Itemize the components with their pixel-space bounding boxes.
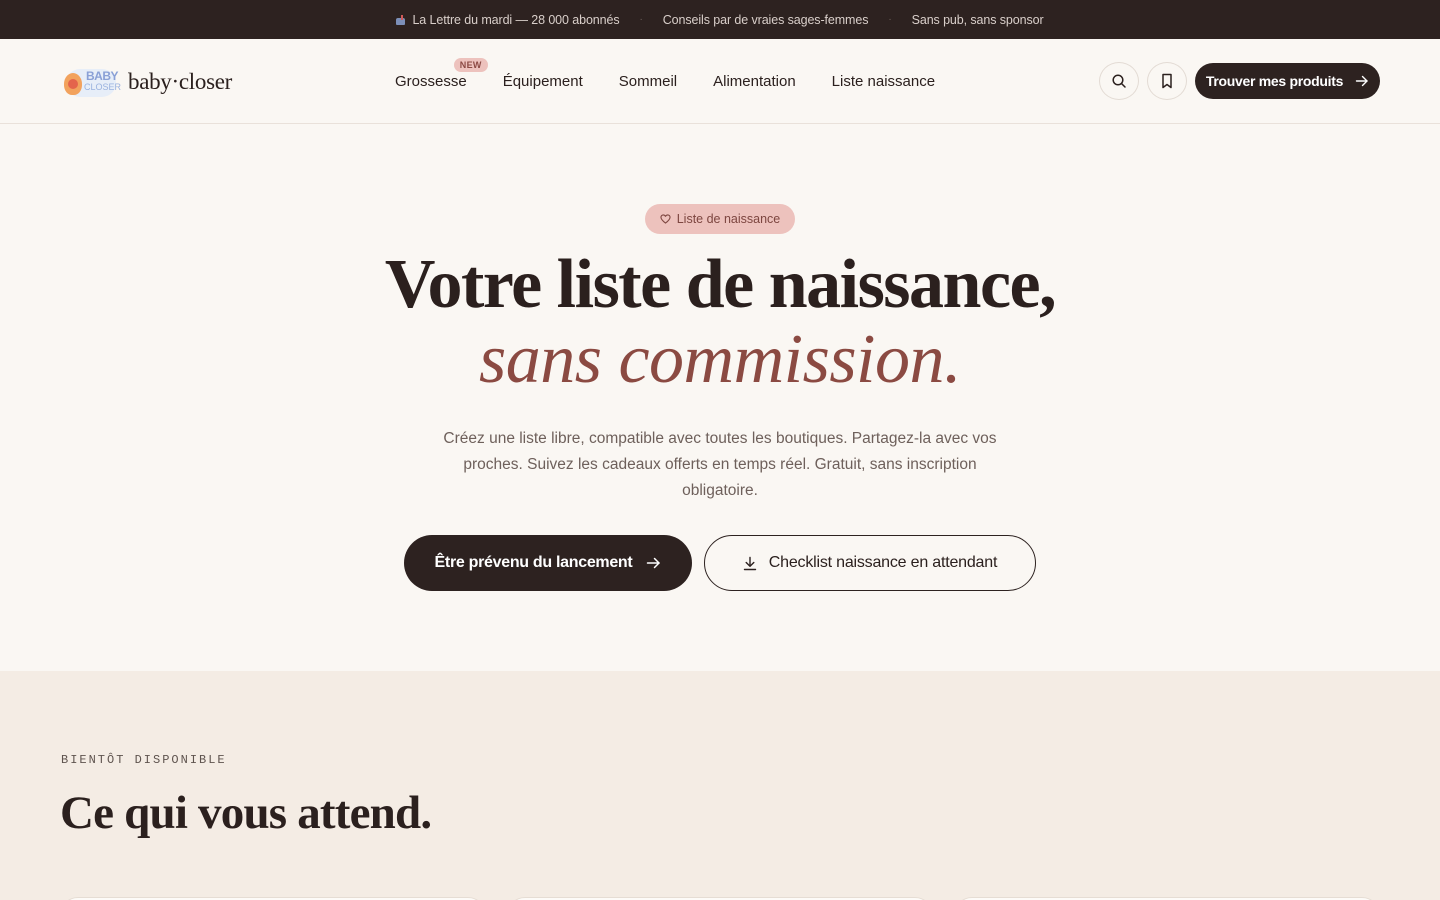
nav-item-alimentation[interactable]: Alimentation [713,73,796,90]
announcement-text: Conseils par de vraies sages-femmes [662,12,869,27]
announcement-no-ads: Sans pub, sans sponsor [912,13,1044,27]
nav-item-label: Équipement [502,72,583,90]
arrow-right-icon [647,557,661,569]
section-eyebrow: BIENTÔT DISPONIBLE [61,753,227,767]
arrow-right-icon [1355,75,1368,87]
nav-item-label: Alimentation [713,72,796,90]
checklist-download-button[interactable]: Checklist naissance en attendant [704,535,1036,591]
search-icon [1112,74,1126,88]
category-pill-label: Liste de naissance [676,212,781,226]
nav-item-grossesse[interactable]: Grossesse NEW [395,57,488,90]
nav-item-liste-naissance[interactable]: Liste naissance [832,73,935,90]
logo-badge-text: CLOSER [84,82,122,92]
heart-icon [660,214,671,224]
new-badge: NEW [453,57,488,72]
checklist-download-label: Checklist naissance en attendant [768,554,998,571]
nav-item-sommeil[interactable]: Sommeil [619,73,677,90]
download-icon [743,556,756,570]
main-nav: Grossesse NEW Équipement Sommeil Aliment… [395,39,935,123]
section-title: Ce qui vous attend. [60,787,432,839]
category-pill: Liste de naissance [645,204,795,234]
nav-item-label: Sommeil [618,72,678,90]
logo-badge-text: BABY [86,69,119,83]
search-button[interactable] [1099,62,1139,100]
notify-launch-button[interactable]: Être prévenu du lancement [404,535,692,591]
announcement-bar: La Lettre du mardi — 28 000 abonnés · Co… [0,0,1440,39]
hero-title-accent: sans commission. [478,321,962,398]
hero-title: Votre liste de naissance, [384,246,1057,323]
separator-dot: · [888,14,892,25]
find-products-button[interactable]: Trouver mes produits [1195,63,1380,99]
logo-badge-icon: BABY CLOSER [62,63,122,101]
nav-item-label: Grossesse [395,72,467,90]
nav-item-label: Liste naissance [831,72,936,90]
announcement-newsletter[interactable]: La Lettre du mardi — 28 000 abonnés [396,12,620,27]
logo-wordmark: baby·closer [128,69,232,94]
find-products-label: Trouver mes produits [1205,73,1344,89]
announcement-text: Sans pub, sans sponsor [911,12,1044,27]
coming-soon-section: BIENTÔT DISPONIBLE Ce qui vous attend. [0,671,1440,900]
site-logo[interactable]: BABY CLOSER baby·closer [62,63,232,101]
separator-dot: · [639,14,643,25]
announcement-text: La Lettre du mardi — 28 000 abonnés [412,12,620,27]
nav-item-equipement[interactable]: Équipement [503,73,583,90]
announcement-midwives: Conseils par de vraies sages-femmes [663,13,869,27]
mailbox-icon [396,14,406,25]
bookmark-button[interactable] [1147,62,1187,100]
bookmark-icon [1162,73,1172,89]
hero-description: Créez une liste libre, compatible avec t… [443,430,997,499]
notify-launch-label: Être prévenu du lancement [434,554,633,571]
site-header: BABY CLOSER baby·closer Grossesse NEW Éq… [0,39,1440,124]
